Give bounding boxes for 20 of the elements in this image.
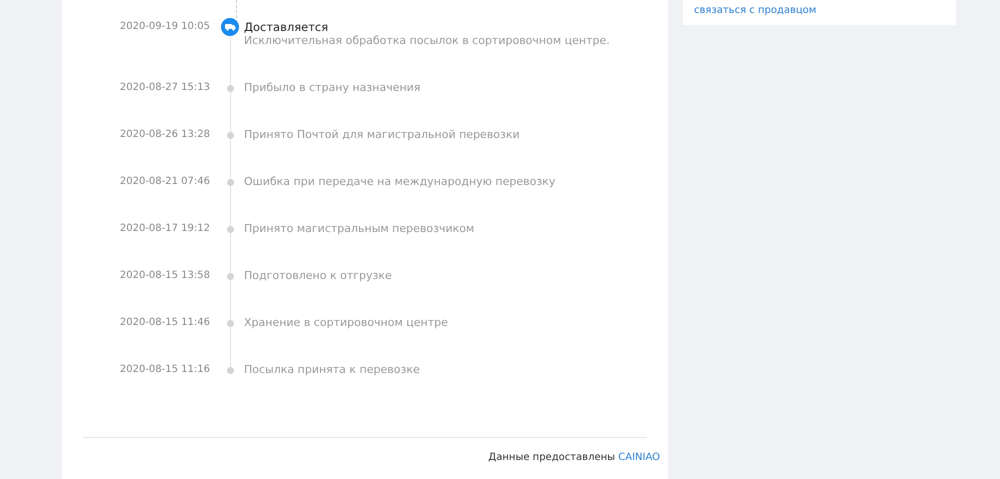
- event-description: Исключительная обработка посылок в сортировочном центре.: [244, 34, 611, 48]
- event-title: Ошибка при передаче на международную перевозку: [244, 175, 556, 189]
- event-title: Хранение в сортировочном центре: [244, 316, 449, 330]
- event-title: Подготовлено к отгрузке: [244, 269, 393, 283]
- event-title: Принято Почтой для магистральной перевозки: [244, 128, 521, 142]
- event-title: Доставляется: [244, 19, 330, 34]
- event-time: 2020-08-21 07:46: [118, 175, 211, 189]
- event-time: 2020-08-15 11:46: [118, 316, 211, 330]
- event-title: Прибыло в страну назначения: [244, 81, 422, 95]
- event-time: 2020-09-19 10:05: [118, 20, 211, 34]
- contact-seller-link[interactable]: связаться с продавцом: [694, 6, 816, 16]
- event-time: 2020-08-17 19:12: [118, 222, 211, 236]
- event-title: Посылка принята к перевозке: [244, 363, 421, 377]
- provider-link[interactable]: CAINIAO: [618, 452, 660, 463]
- event-time: 2020-08-15 11:16: [118, 363, 211, 377]
- event-time: 2020-08-26 13:28: [118, 128, 211, 142]
- event-time: 2020-08-15 13:58: [118, 269, 211, 283]
- source-text: Данные предоставлены: [488, 452, 616, 463]
- event-time: 2020-08-27 15:13: [118, 81, 211, 95]
- event-title: Принято магистральным перевозчиком: [244, 222, 476, 236]
